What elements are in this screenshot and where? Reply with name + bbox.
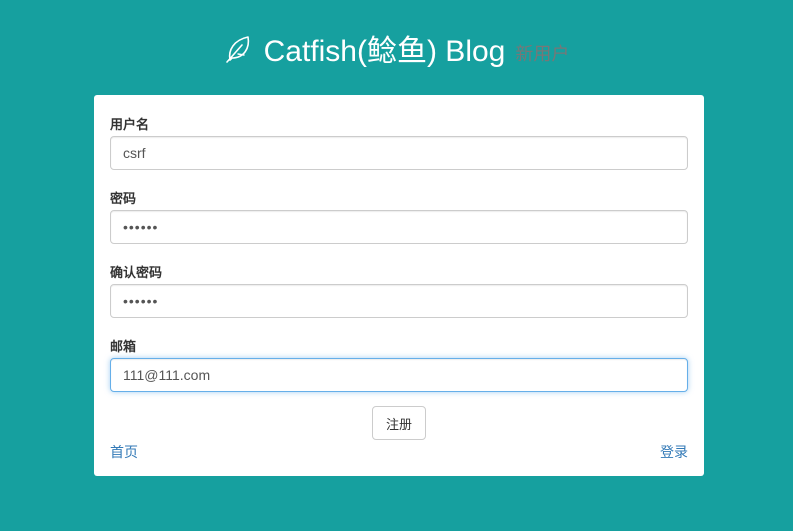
site-title: Catfish(鲶鱼) Blog [263, 35, 506, 68]
password-label: 密码 [110, 191, 137, 206]
leaf-icon [225, 36, 249, 63]
username-input[interactable] [110, 136, 688, 170]
username-label: 用户名 [110, 117, 150, 132]
confirm-password-input[interactable] [110, 284, 688, 318]
email-input[interactable] [110, 358, 688, 392]
register-form-card: 用户名 密码 确认密码 邮箱 注册 首页 登录 [94, 95, 704, 476]
email-label: 邮箱 [110, 339, 137, 354]
home-link[interactable]: 首页 [110, 442, 138, 462]
register-button[interactable]: 注册 [372, 406, 426, 440]
page: Catfish(鲶鱼) Blog 新用户 用户名 密码 确认密码 邮箱 注册 首… [0, 0, 793, 531]
confirm-password-label: 确认密码 [110, 265, 163, 280]
password-input[interactable] [110, 210, 688, 244]
site-header: Catfish(鲶鱼) Blog 新用户 [0, 26, 793, 70]
page-subtitle: 新用户 [515, 44, 570, 64]
login-link[interactable]: 登录 [660, 442, 688, 462]
